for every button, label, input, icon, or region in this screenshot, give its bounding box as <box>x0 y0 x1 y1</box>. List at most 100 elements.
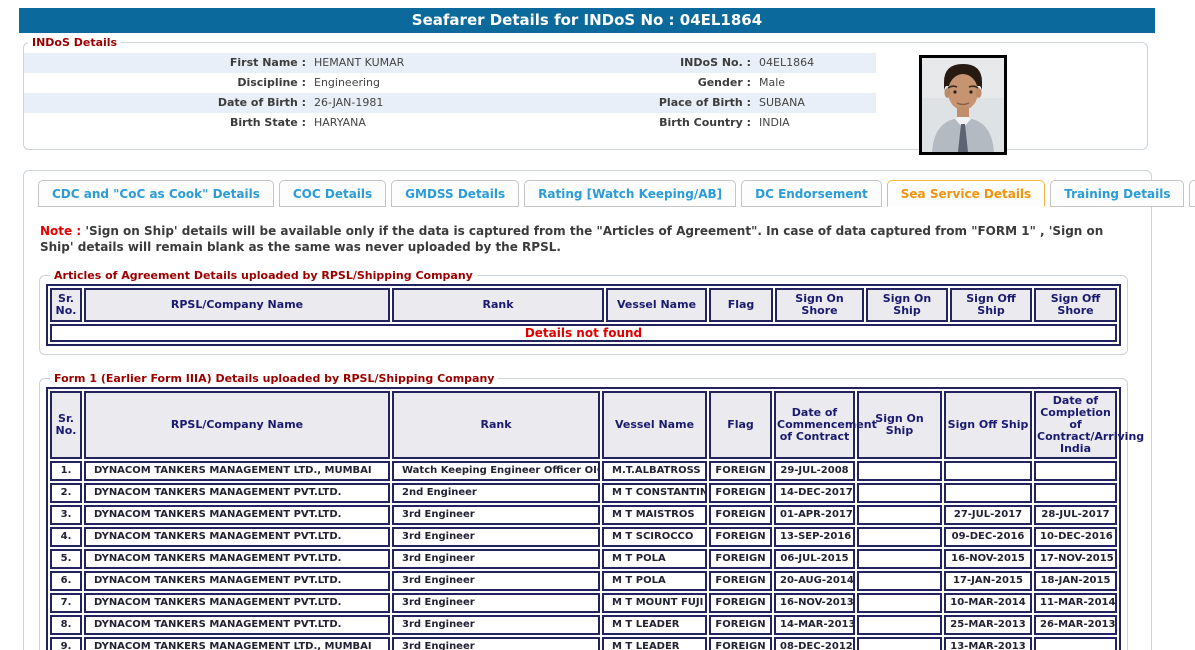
tab-label: Sea Service Details <box>901 187 1031 201</box>
tab[interactable]: GMDSS Details <box>391 180 519 207</box>
cell-sign-on-ship <box>857 461 942 481</box>
field-value: INDIA <box>759 113 876 133</box>
cell-rank: 2nd Engineer <box>392 483 600 503</box>
cell-sign-on-ship <box>857 615 942 635</box>
cell-flag: FOREIGN <box>709 505 772 525</box>
indos-details-section: INDoS Details First Name : HEMANT KUMAR … <box>23 36 1148 150</box>
column-header: Flag <box>709 391 772 459</box>
indos-rows: First Name : HEMANT KUMAR INDoS No. : 04… <box>24 53 876 133</box>
cell-vessel: M T POLA <box>602 571 707 591</box>
tab[interactable]: COC Details <box>279 180 386 207</box>
articles-header-row: Sr. No.RPSL/Company NameRankVessel NameF… <box>50 288 1117 322</box>
tab-label: GMDSS Details <box>405 187 505 201</box>
cell-sign-on-ship <box>857 505 942 525</box>
cell-rank: 3rd Engineer <box>392 505 600 525</box>
cell-sr-no: 2. <box>50 483 82 503</box>
cell-company: DYNACOM TANKERS MANAGEMENT PVT.LTD. <box>84 593 390 613</box>
field-label: INDoS No. : <box>644 53 759 73</box>
cell-rank: 3rd Engineer <box>392 527 600 547</box>
cell-rank: Watch Keeping Engineer Officer OICEW <box>392 461 600 481</box>
cell-company: DYNACOM TANKERS MANAGEMENT PVT.LTD. <box>84 571 390 591</box>
form1-section: Form 1 (Earlier Form IIIA) Details uploa… <box>39 372 1128 650</box>
cell-rank: 3rd Engineer <box>392 549 600 569</box>
cell-vessel: M T LEADER <box>602 615 707 635</box>
cell-completion-date: 26-MAR-2013 <box>1034 615 1117 635</box>
field-value: 26-JAN-1981 <box>314 93 644 113</box>
tab[interactable]: Training Details <box>1050 180 1184 207</box>
column-header: Vessel Name <box>602 391 707 459</box>
sea-service-row: 3. DYNACOM TANKERS MANAGEMENT PVT.LTD. 3… <box>50 505 1117 525</box>
tab[interactable]: DC Endorsement <box>741 180 882 207</box>
empty-message: Details not found <box>50 324 1117 342</box>
cell-sign-on-ship <box>857 527 942 547</box>
field-value: Engineering <box>314 73 644 93</box>
sea-service-row: 1. DYNACOM TANKERS MANAGEMENT LTD., MUMB… <box>50 461 1117 481</box>
cell-company: DYNACOM TANKERS MANAGEMENT PVT.LTD. <box>84 483 390 503</box>
cell-commencement-date: 14-DEC-2017 <box>774 483 855 503</box>
column-header: Sign On Ship <box>866 288 948 322</box>
cell-vessel: M T CONSTANTINOS <box>602 483 707 503</box>
cell-sr-no: 1. <box>50 461 82 481</box>
cell-sign-off-ship <box>944 461 1032 481</box>
cell-flag: FOREIGN <box>709 637 772 650</box>
cell-completion-date: 18-JAN-2015 <box>1034 571 1117 591</box>
tab-content-container: CDC and "CoC as Cook" Details COC Detail… <box>23 170 1152 650</box>
column-header: RPSL/Company Name <box>84 288 390 322</box>
cell-completion-date: 10-DEC-2016 <box>1034 527 1117 547</box>
field-value: HARYANA <box>314 113 644 133</box>
tab[interactable]: Rating [Watch Keeping/AB] <box>524 180 736 207</box>
page: Seafarer Details for INDoS No : 04EL1864… <box>0 0 1195 650</box>
cell-company: DYNACOM TANKERS MANAGEMENT PVT.LTD. <box>84 549 390 569</box>
cell-completion-date <box>1034 483 1117 503</box>
form1-table: Sr. No.RPSL/Company NameRankVessel NameF… <box>46 387 1121 650</box>
tab[interactable]: CDC and "CoC as Cook" Details <box>38 180 274 207</box>
cell-rank: 3rd Engineer <box>392 593 600 613</box>
tab-bar: CDC and "CoC as Cook" Details COC Detail… <box>38 180 1151 207</box>
cell-vessel: M T LEADER <box>602 637 707 650</box>
cell-commencement-date: 01-APR-2017 <box>774 505 855 525</box>
cell-sign-on-ship <box>857 571 942 591</box>
cell-completion-date: 28-JUL-2017 <box>1034 505 1117 525</box>
field-value: Male <box>759 73 876 93</box>
cell-sr-no: 7. <box>50 593 82 613</box>
column-header: Rank <box>392 288 604 322</box>
cell-completion-date: 11-MAR-2014 <box>1034 593 1117 613</box>
cell-commencement-date: 14-MAR-2013 <box>774 615 855 635</box>
page-title: Seafarer Details for INDoS No : 04EL1864 <box>412 11 762 29</box>
field-value: HEMANT KUMAR <box>314 53 644 73</box>
tab[interactable]: Medical Fitness Certificate <box>1189 180 1195 207</box>
form1-header-row: Sr. No.RPSL/Company NameRankVessel NameF… <box>50 391 1117 459</box>
cell-sr-no: 6. <box>50 571 82 591</box>
column-header: Sr. No. <box>50 391 82 459</box>
cell-vessel: M T POLA <box>602 549 707 569</box>
column-header: Sign Off Ship <box>950 288 1032 322</box>
form1-legend: Form 1 (Earlier Form IIIA) Details uploa… <box>50 372 498 385</box>
cell-vessel: M T SCIROCCO <box>602 527 707 547</box>
column-header: Sr. No. <box>50 288 82 322</box>
cell-flag: FOREIGN <box>709 549 772 569</box>
cell-vessel: M T MAISTROS <box>602 505 707 525</box>
cell-company: DYNACOM TANKERS MANAGEMENT LTD., MUMBAI <box>84 637 390 650</box>
cell-completion-date <box>1034 461 1117 481</box>
cell-vessel: M.T.ALBATROSS <box>602 461 707 481</box>
column-header: Vessel Name <box>606 288 707 322</box>
sea-service-row: 4. DYNACOM TANKERS MANAGEMENT PVT.LTD. 3… <box>50 527 1117 547</box>
seafarer-photo <box>919 55 1007 155</box>
cell-commencement-date: 06-JUL-2015 <box>774 549 855 569</box>
tab-label: CDC and "CoC as Cook" Details <box>52 187 260 201</box>
cell-company: DYNACOM TANKERS MANAGEMENT PVT.LTD. <box>84 505 390 525</box>
cell-commencement-date: 16-NOV-2013 <box>774 593 855 613</box>
sea-service-row: 5. DYNACOM TANKERS MANAGEMENT PVT.LTD. 3… <box>50 549 1117 569</box>
cell-flag: FOREIGN <box>709 615 772 635</box>
cell-company: DYNACOM TANKERS MANAGEMENT PVT.LTD. <box>84 615 390 635</box>
cell-sign-off-ship: 09-DEC-2016 <box>944 527 1032 547</box>
tab-label: DC Endorsement <box>755 187 868 201</box>
note-prefix: Note : <box>40 224 81 238</box>
field-label: First Name : <box>24 53 314 73</box>
column-header: Flag <box>709 288 773 322</box>
column-header: Rank <box>392 391 600 459</box>
tab[interactable]: Sea Service Details <box>887 180 1045 207</box>
field-label: Birth Country : <box>644 113 759 133</box>
cell-completion-date <box>1034 637 1117 650</box>
cell-rank: 3rd Engineer <box>392 571 600 591</box>
